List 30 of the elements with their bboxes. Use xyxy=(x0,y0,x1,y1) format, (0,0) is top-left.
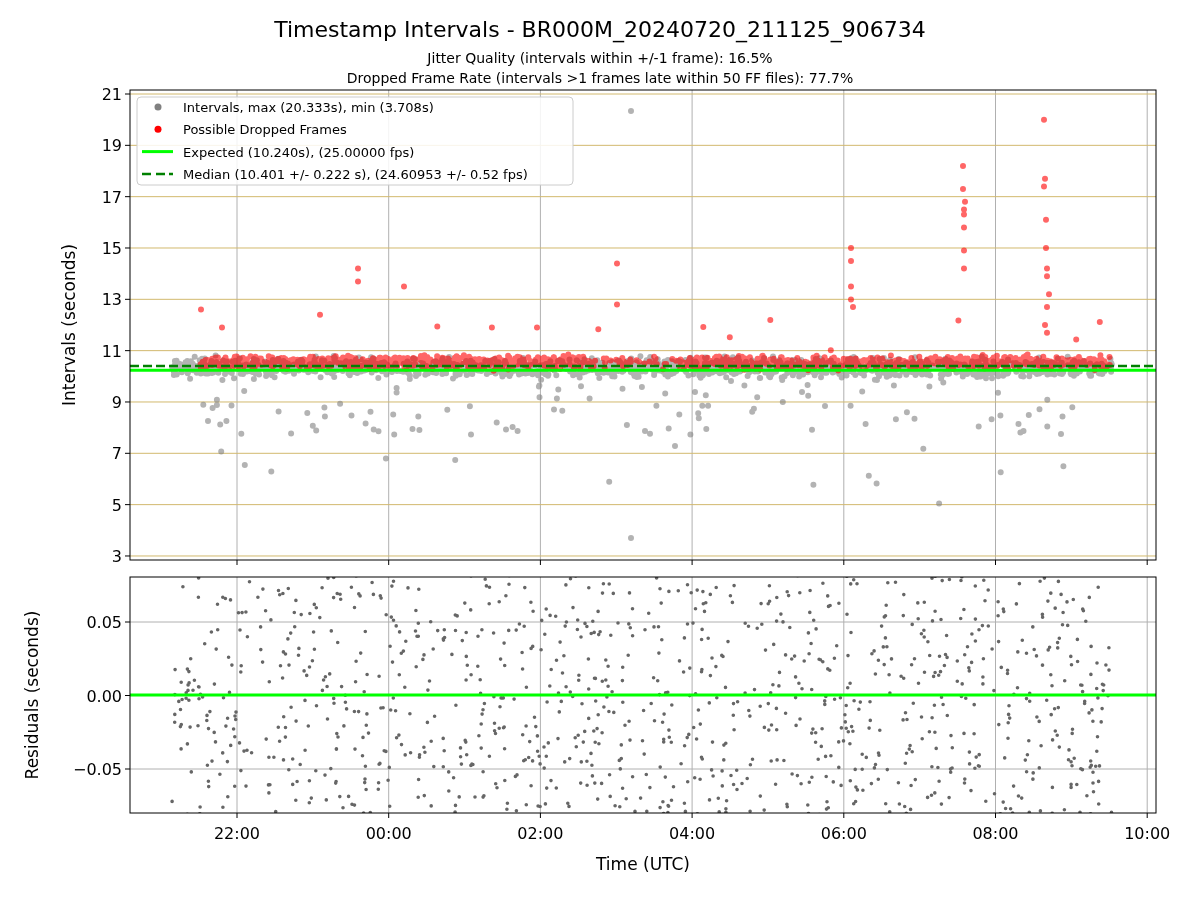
y-tick-label: −0.05 xyxy=(72,760,122,779)
x-tick-label: 04:00 xyxy=(669,824,716,843)
y-axis-label: Intervals (seconds) xyxy=(59,243,79,407)
legend-label: Possible Dropped Frames xyxy=(183,122,347,138)
x-tick-label: 00:00 xyxy=(365,824,412,843)
y-tick-label: 13 xyxy=(101,290,122,310)
x-tick-label: 06:00 xyxy=(820,824,867,843)
y-tick-label: 11 xyxy=(101,341,122,361)
y-tick-label: 17 xyxy=(101,187,122,207)
chart-title: Timestamp Intervals - BR000M_20240720_211125_906734 xyxy=(274,17,926,42)
x-tick-label: 10:00 xyxy=(1124,824,1171,843)
y-tick-label: 19 xyxy=(101,136,122,156)
legend-label: Intervals, max (20.333s), min (3.708s) xyxy=(183,100,434,115)
y-tick-label: 21 xyxy=(101,85,122,104)
y-tick-label: 9 xyxy=(111,393,122,412)
chart-subtitle: Jitter Quality (intervals within +/-1 frame): 16.5% xyxy=(427,50,773,66)
y-axis-label: Residuals (seconds) xyxy=(22,610,42,780)
chart-subtitle: Dropped Frame Rate (intervals >1 frames late within 50 FF files): 77.7% xyxy=(346,70,854,86)
x-tick-label: 02:00 xyxy=(517,824,564,843)
y-tick-label: 3 xyxy=(111,546,122,566)
x-tick-label: 08:00 xyxy=(972,824,1019,843)
legend-label: Median (10.401 +/- 0.222 s), (24.60953 +/- 0.52 fps) xyxy=(183,166,528,182)
y-tick-label: 0.05 xyxy=(86,613,122,632)
x-axis-label: Time (UTC) xyxy=(596,854,690,874)
legend-label: Expected (10.240s), (25.00000 fps) xyxy=(183,144,415,160)
y-tick-label: 0.00 xyxy=(86,686,122,706)
y-tick-label: 15 xyxy=(101,239,122,258)
y-tick-label: 7 xyxy=(111,444,122,464)
x-tick-label: 22:00 xyxy=(213,824,261,843)
y-tick-label: 5 xyxy=(111,495,122,515)
